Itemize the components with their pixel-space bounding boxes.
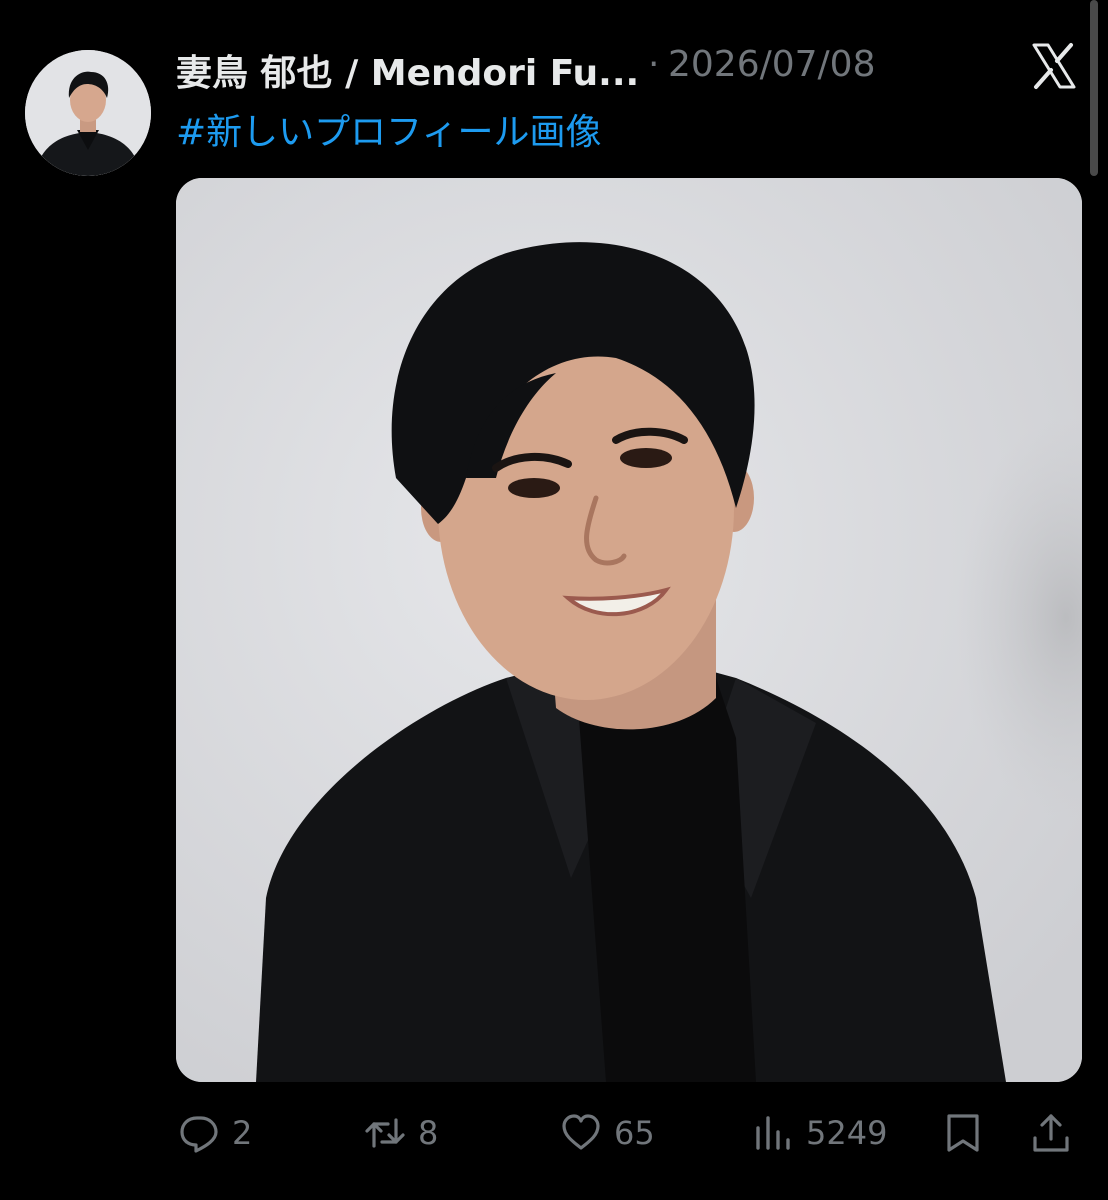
share-icon xyxy=(1033,1114,1069,1152)
like-icon xyxy=(562,1114,600,1150)
reply-icon xyxy=(180,1116,218,1153)
tweet-media-photo[interactable] xyxy=(176,178,1082,1082)
tweet-actions-bar: 2 8 65 5249 xyxy=(0,1100,1108,1170)
hashtag-link[interactable]: #新しいプロフィール画像 xyxy=(176,103,601,155)
avatar[interactable] xyxy=(25,50,151,176)
header-separator: · xyxy=(648,44,660,85)
bookmark-button[interactable] xyxy=(942,1110,984,1156)
reply-button[interactable]: 2 xyxy=(178,1110,252,1156)
views-icon xyxy=(756,1116,790,1150)
like-count: 65 xyxy=(614,1114,655,1152)
views-button[interactable]: 5249 xyxy=(752,1110,887,1156)
tweet-date[interactable]: 2026/07/08 xyxy=(668,44,876,85)
retweet-icon xyxy=(365,1118,405,1148)
reply-count: 2 xyxy=(232,1114,253,1152)
share-button[interactable] xyxy=(1030,1110,1072,1156)
scrollbar[interactable] xyxy=(1090,0,1098,176)
profile-photo-image xyxy=(176,178,1082,1082)
like-button[interactable]: 65 xyxy=(560,1110,655,1156)
views-count: 5249 xyxy=(806,1114,888,1152)
tweet-card[interactable]: 妻鳥 郁也 / Mendori Fu... · 2026/07/08 #新しいプ… xyxy=(0,0,1108,1200)
bookmark-icon xyxy=(947,1114,979,1152)
avatar-photo xyxy=(25,50,151,176)
author-name[interactable]: 妻鳥 郁也 / Mendori Fu... xyxy=(176,44,639,96)
retweet-button[interactable]: 8 xyxy=(364,1110,438,1156)
retweet-count: 8 xyxy=(418,1114,439,1152)
x-logo-icon[interactable] xyxy=(1030,42,1078,90)
